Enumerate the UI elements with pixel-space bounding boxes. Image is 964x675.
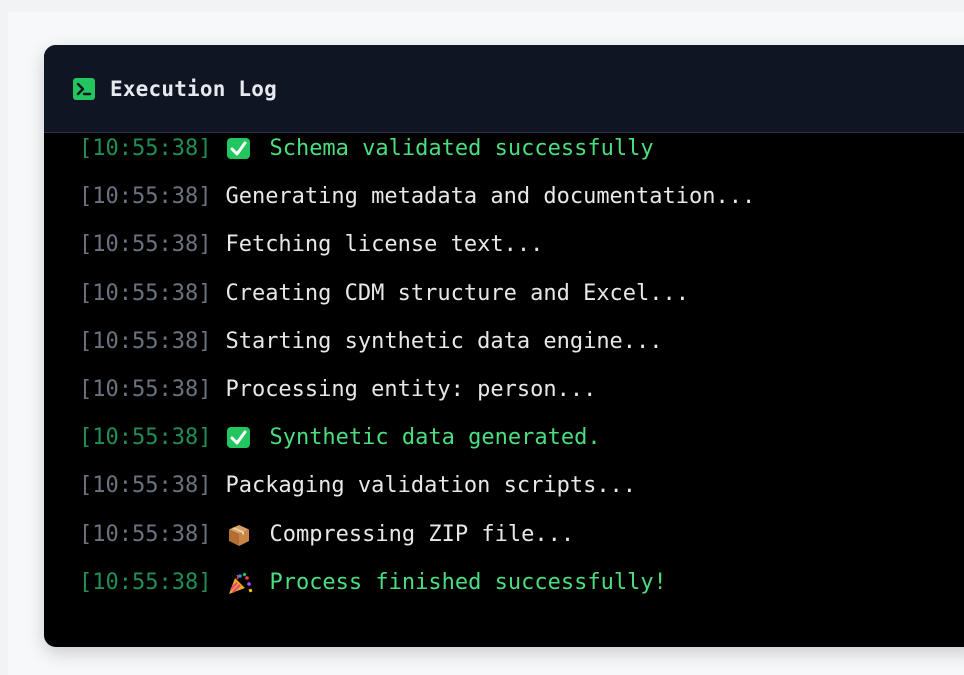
log-timestamp: [10:55:38]	[79, 425, 212, 451]
log-header: Execution Log	[44, 45, 964, 133]
log-entry: [10:55:38] Generating metadata and docum…	[79, 185, 964, 233]
log-timestamp: [10:55:38]	[79, 280, 212, 306]
log-entry: [10:55:38] Packaging validation scripts.…	[79, 474, 964, 522]
log-message: Schema validated successfully	[269, 136, 654, 161]
log-entry: [10:55:38] Processing entity: person...	[79, 376, 964, 426]
log-entry: [10:55:38] Compressing ZIP file...	[79, 521, 964, 571]
terminal-icon	[73, 77, 95, 100]
check-icon	[225, 137, 255, 161]
log-timestamp: [10:55:38]	[79, 184, 212, 210]
log-timestamp: [10:55:38]	[79, 328, 212, 354]
log-message: Starting synthetic data engine...	[225, 328, 663, 354]
log-message: Packaging validation scripts...	[225, 473, 637, 499]
log-timestamp: [10:55:38]	[79, 569, 212, 595]
log-entry: [10:55:38] Schema validated successfully	[79, 137, 964, 185]
log-timestamp: [10:55:38]	[79, 136, 212, 161]
log-timestamp: [10:55:38]	[79, 232, 212, 258]
log-body: [10:55:38] Schema validated successfully…	[44, 133, 964, 619]
log-entry: [10:55:38] Creating CDM structure and Ex…	[79, 280, 964, 330]
party-popper-icon	[225, 571, 255, 595]
log-message: Generating metadata and documentation...	[225, 184, 756, 210]
log-message: Process finished successfully!	[269, 569, 667, 595]
log-timestamp: [10:55:38]	[79, 473, 212, 499]
log-message: Creating CDM structure and Excel...	[225, 280, 690, 306]
log-title: Execution Log	[110, 76, 277, 101]
execution-log-panel: Execution Log [10:55:38] Schema validate…	[44, 45, 964, 647]
log-entry: [10:55:38] Process finished successfully…	[79, 569, 964, 619]
log-timestamp: [10:55:38]	[79, 521, 212, 547]
log-entry: [10:55:38] Synthetic data generated.	[79, 426, 964, 474]
log-timestamp: [10:55:38]	[79, 376, 212, 402]
log-message: Synthetic data generated.	[269, 425, 601, 451]
log-message: Processing entity: person...	[225, 376, 597, 402]
log-entry: [10:55:38] Starting synthetic data engin…	[79, 328, 964, 378]
log-message: Fetching license text...	[225, 232, 544, 258]
log-entry: [10:55:38] Fetching license text...	[79, 233, 964, 281]
package-icon	[225, 523, 255, 547]
check-icon	[225, 426, 255, 450]
log-message: Compressing ZIP file...	[269, 521, 575, 547]
